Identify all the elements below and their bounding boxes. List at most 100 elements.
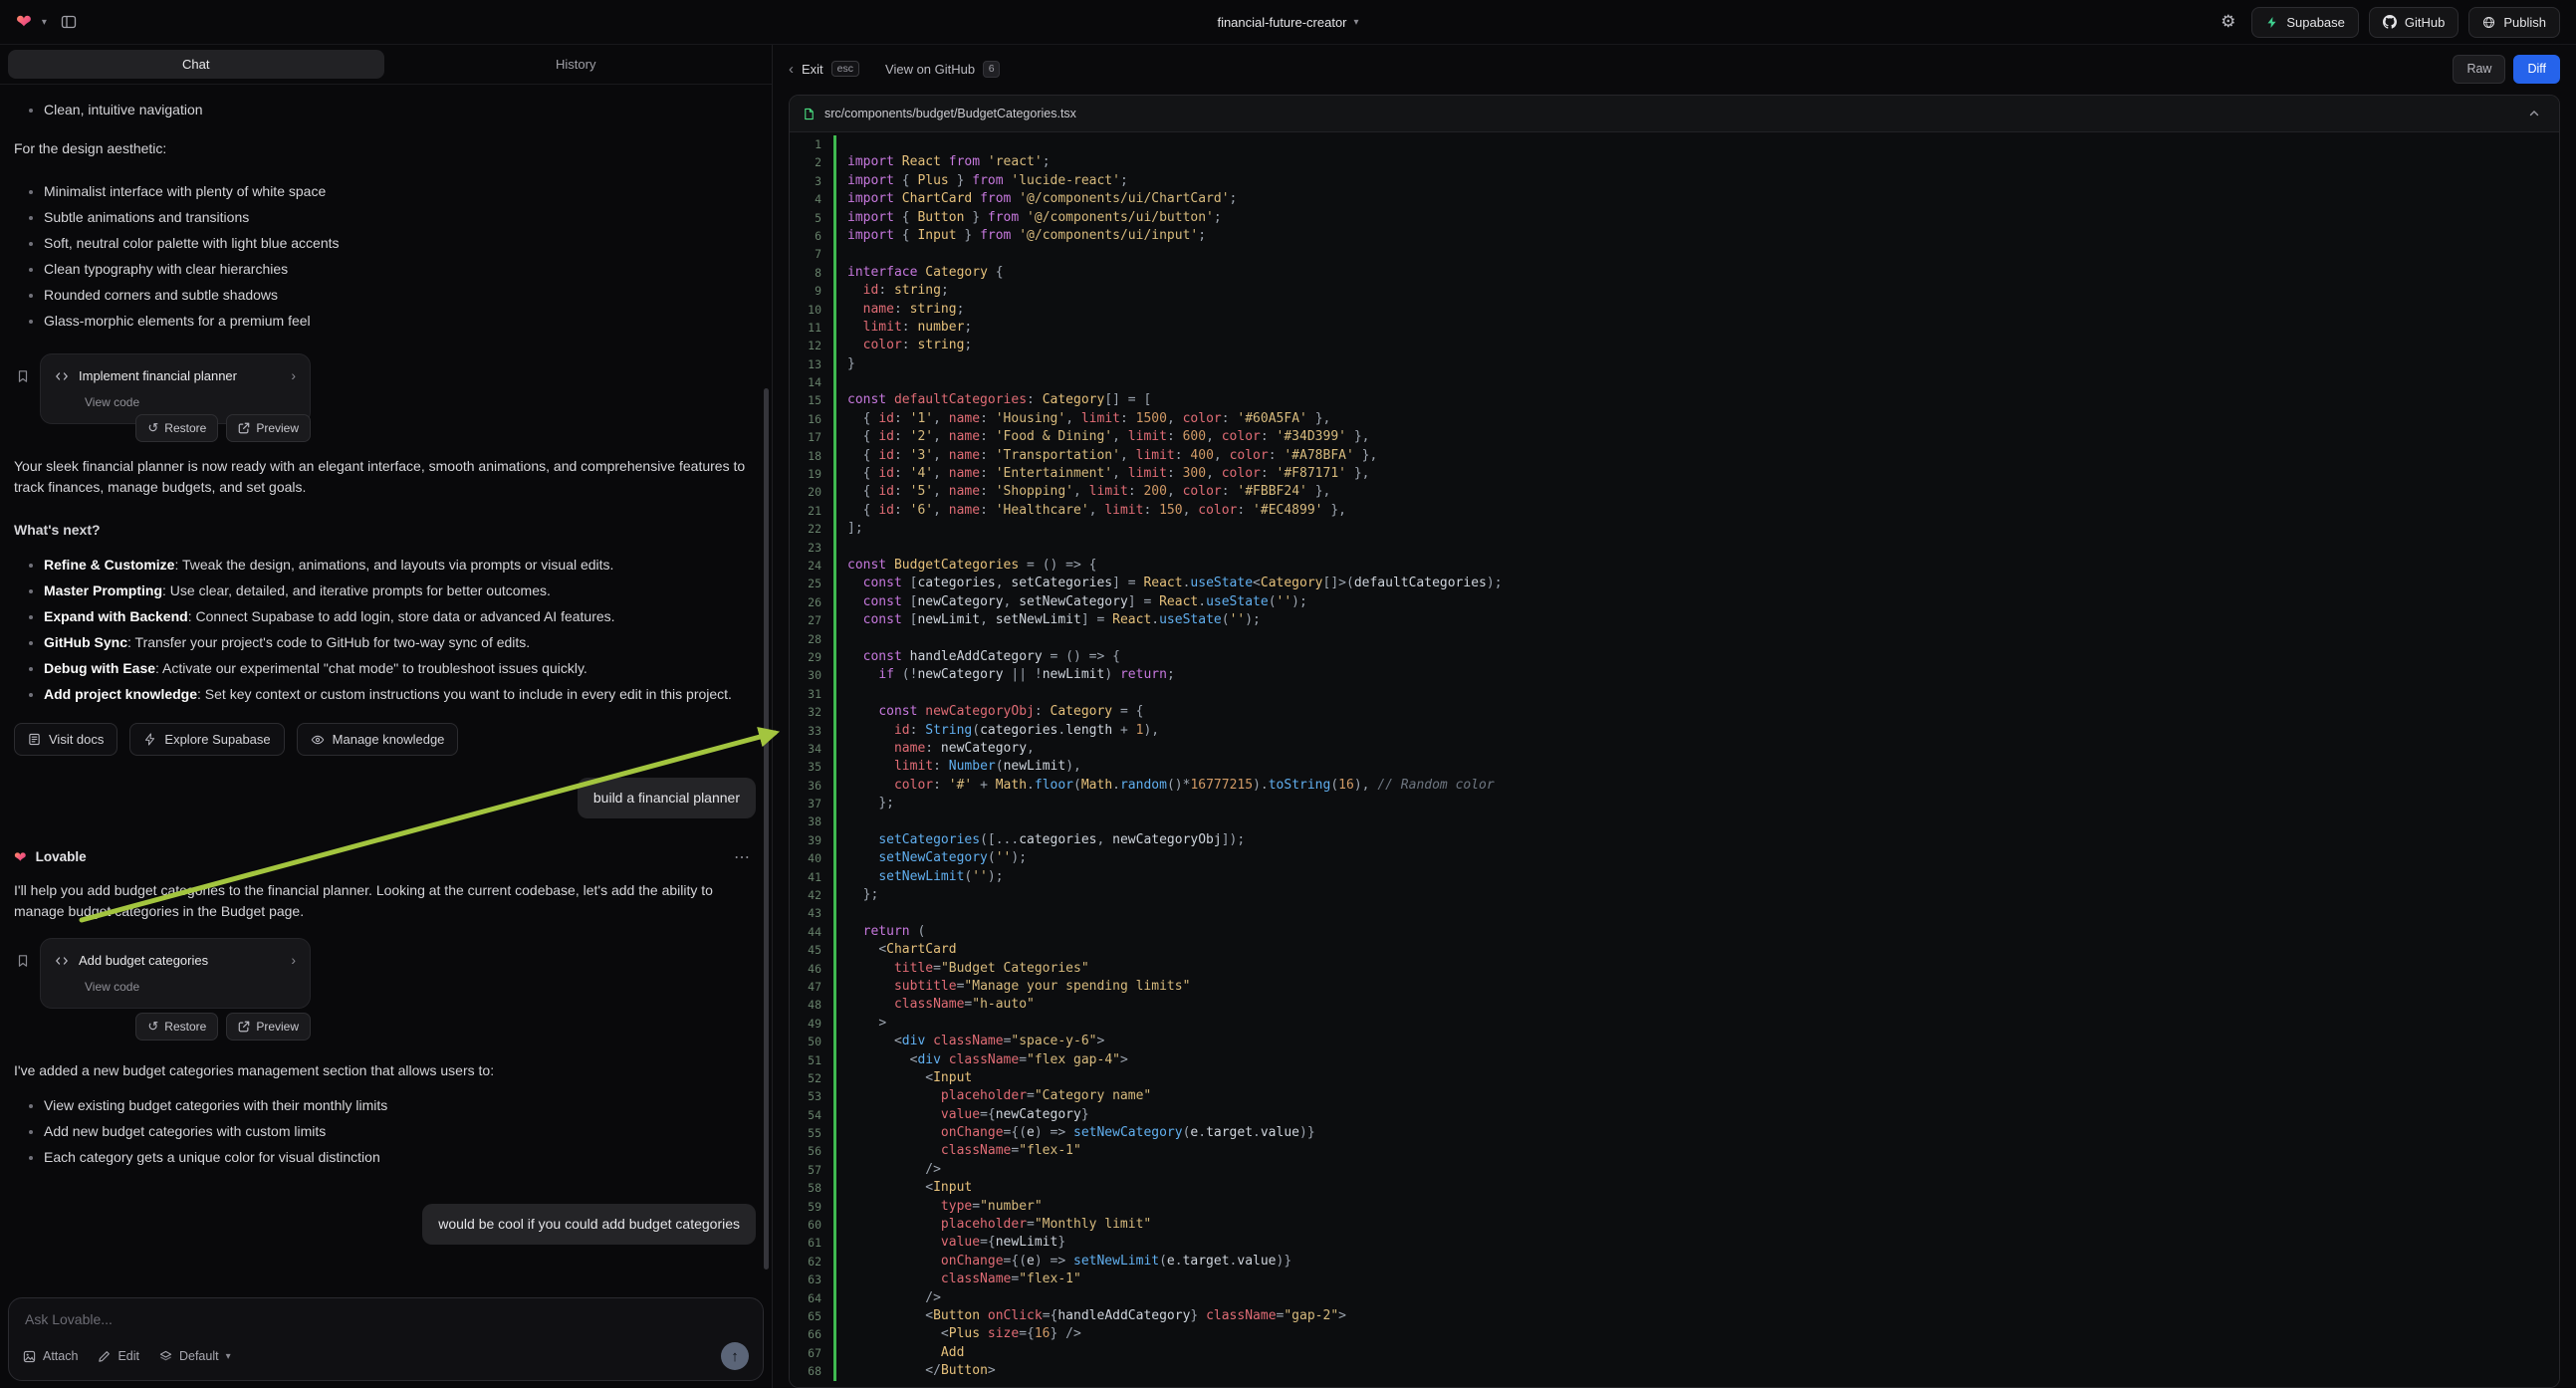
code-text: { id: '4', name: 'Entertainment', limit:… xyxy=(836,465,1369,483)
code-line: 16 { id: '1', name: 'Housing', limit: 15… xyxy=(790,410,2559,428)
file-header[interactable]: src/components/budget/BudgetCategories.t… xyxy=(790,96,2559,132)
publish-button[interactable]: Publish xyxy=(2468,7,2560,38)
manage-knowledge-label: Manage knowledge xyxy=(333,732,445,747)
attach-button[interactable]: Attach xyxy=(23,1349,78,1363)
view-on-github-link[interactable]: View on GitHub 6 xyxy=(885,61,1000,78)
line-number: 34 xyxy=(790,740,833,758)
workspace-caret-icon[interactable]: ▾ xyxy=(42,17,47,28)
code-text: setNewLimit(''); xyxy=(836,868,1004,886)
more-options-button[interactable]: ⋯ xyxy=(728,846,756,868)
code-line: 50 <div className="space-y-6"> xyxy=(790,1033,2559,1050)
code-text: <Plus size={16} /> xyxy=(836,1325,1081,1343)
bookmark-icon[interactable] xyxy=(14,954,30,968)
exit-button[interactable]: ‹ Exit esc xyxy=(789,61,859,78)
code-line: 42 }; xyxy=(790,886,2559,904)
restore-icon: ↺ xyxy=(147,1019,158,1035)
partial-bullet-list: Clean, intuitive navigation xyxy=(14,100,756,120)
preview-button[interactable]: Preview xyxy=(226,1013,311,1041)
code-line: 13} xyxy=(790,355,2559,373)
tab-history[interactable]: History xyxy=(388,50,765,79)
card1-view-code[interactable]: View code xyxy=(85,393,296,411)
code-text: name: string; xyxy=(836,301,964,319)
line-number: 2 xyxy=(790,153,833,171)
code-line: 32 const newCategoryObj: Category = { xyxy=(790,703,2559,721)
code-text: { id: '2', name: 'Food & Dining', limit:… xyxy=(836,428,1369,446)
code-line: 54 value={newCategory} xyxy=(790,1106,2559,1124)
code-line: 40 setNewCategory(''); xyxy=(790,849,2559,867)
file-card: src/components/budget/BudgetCategories.t… xyxy=(789,95,2560,1388)
line-number: 12 xyxy=(790,337,833,354)
sidebar-toggle-button[interactable] xyxy=(57,10,81,34)
code-text: const handleAddCategory = () => { xyxy=(836,648,1120,666)
code-text: { id: '6', name: 'Healthcare', limit: 15… xyxy=(836,502,1346,520)
restore-button[interactable]: ↺ Restore xyxy=(135,1013,218,1041)
code-line: 6import { Input } from '@/components/ui/… xyxy=(790,227,2559,245)
line-number: 6 xyxy=(790,227,833,245)
line-number: 65 xyxy=(790,1307,833,1325)
line-number: 37 xyxy=(790,795,833,812)
list-item: Add project knowledge: Set key context o… xyxy=(44,684,756,705)
chat-scrollbar[interactable] xyxy=(764,388,769,1270)
code-line: 24const BudgetCategories = () => { xyxy=(790,557,2559,575)
list-item: Minimalist interface with plenty of whit… xyxy=(44,181,756,202)
line-number: 49 xyxy=(790,1015,833,1033)
code-line: 18 { id: '3', name: 'Transportation', li… xyxy=(790,447,2559,465)
mode-selector[interactable]: Default ▾ xyxy=(159,1349,231,1363)
code-line: 34 name: newCategory, xyxy=(790,740,2559,758)
edit-label: Edit xyxy=(117,1349,139,1363)
line-number: 35 xyxy=(790,758,833,776)
code-text: onChange={(e) => setNewCategory(e.target… xyxy=(836,1124,1315,1142)
code-line: 65 <Button onClick={handleAddCategory} c… xyxy=(790,1307,2559,1325)
tab-chat[interactable]: Chat xyxy=(8,50,384,79)
explore-supabase-button[interactable]: Explore Supabase xyxy=(129,723,284,756)
code-text xyxy=(836,630,847,648)
code-text: import { Plus } from 'lucide-react'; xyxy=(836,172,1128,190)
line-number: 63 xyxy=(790,1271,833,1288)
code-line: 11 limit: number; xyxy=(790,319,2559,337)
code-line: 44 return ( xyxy=(790,923,2559,941)
collapse-button[interactable] xyxy=(2522,107,2546,120)
diff-button[interactable]: Diff xyxy=(2513,55,2560,84)
bookmark-icon[interactable] xyxy=(14,369,30,383)
preview-button[interactable]: Preview xyxy=(226,414,311,442)
design-intro: For the design aesthetic: xyxy=(14,138,756,159)
visit-docs-button[interactable]: Visit docs xyxy=(14,723,117,756)
project-switcher[interactable]: financial-future-creator ▾ xyxy=(1217,0,1358,44)
line-number: 9 xyxy=(790,282,833,300)
chat-panel: Chat History Clean, intuitive navigation… xyxy=(0,45,773,1388)
restore-button[interactable]: ↺ Restore xyxy=(135,414,218,442)
code-text: <ChartCard xyxy=(836,941,957,959)
code-line: 62 onChange={(e) => setNewLimit(e.target… xyxy=(790,1253,2559,1271)
manage-knowledge-button[interactable]: Manage knowledge xyxy=(297,723,459,756)
code-text: const [newCategory, setNewCategory] = Re… xyxy=(836,593,1307,611)
line-number: 13 xyxy=(790,355,833,373)
line-number: 39 xyxy=(790,831,833,849)
line-number: 44 xyxy=(790,923,833,941)
code-text: name: newCategory, xyxy=(836,740,1035,758)
code-text: if (!newCategory || !newLimit) return; xyxy=(836,666,1175,684)
code-text: /> xyxy=(836,1161,941,1179)
code-line: 30 if (!newCategory || !newLimit) return… xyxy=(790,666,2559,684)
user-message-row: would be cool if you could add budget ca… xyxy=(14,1204,756,1245)
chat-scroll-area[interactable]: Clean, intuitive navigation For the desi… xyxy=(0,85,772,1289)
code-panel: ‹ Exit esc View on GitHub 6 Raw Diff src… xyxy=(773,45,2576,1388)
chat-input[interactable] xyxy=(23,1310,749,1328)
supabase-button[interactable]: Supabase xyxy=(2251,7,2359,38)
lovable-logo-icon[interactable]: ❤ xyxy=(16,13,32,32)
code-line: 39 setCategories([...categories, newCate… xyxy=(790,831,2559,849)
code-line: 64 /> xyxy=(790,1289,2559,1307)
card2-view-code[interactable]: View code xyxy=(85,978,296,996)
line-number: 55 xyxy=(790,1124,833,1142)
code-scroll-area[interactable]: 12import React from 'react';3import { Pl… xyxy=(790,132,2559,1387)
code-text xyxy=(836,135,847,153)
card2[interactable]: Add budget categories › View code xyxy=(40,938,311,1009)
github-button[interactable]: GitHub xyxy=(2369,7,2459,38)
edit-button[interactable]: Edit xyxy=(98,1349,139,1363)
settings-button[interactable]: ⚙ xyxy=(2215,11,2241,33)
send-button[interactable]: ↑ xyxy=(721,1342,749,1370)
action-buttons-row: Visit docs Explore Supabase Manage knowl… xyxy=(14,723,756,756)
line-number: 29 xyxy=(790,648,833,666)
raw-button[interactable]: Raw xyxy=(2453,55,2505,84)
code-text xyxy=(836,685,847,703)
code-line: 7 xyxy=(790,245,2559,263)
